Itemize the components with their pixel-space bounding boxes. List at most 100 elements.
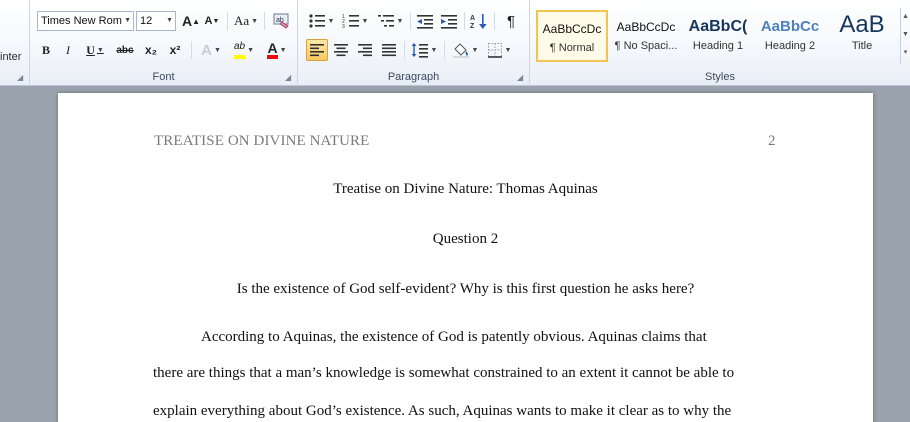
sort-icon: A Z <box>470 14 487 30</box>
question-heading: Question 2 <box>432 231 499 247</box>
superscript-icon: x² <box>169 43 181 57</box>
superscript-button[interactable]: x² <box>164 39 186 61</box>
style-name: Heading 1 <box>692 40 744 52</box>
separator <box>404 41 405 59</box>
line-spacing-icon <box>411 43 428 58</box>
font-group: Times New Rom ▼ 12 ▼ A ▲ A ▼ Aa ▼ ab B I U ▼ <box>30 0 298 86</box>
borders-button[interactable]: ▼ <box>484 39 514 61</box>
style-name: Heading 2 <box>764 40 816 52</box>
align-right-button[interactable] <box>354 39 376 61</box>
style-no-spacing[interactable]: AaBbCcDc ¶ No Spaci... <box>610 10 682 62</box>
align-center-button[interactable] <box>330 39 352 61</box>
highlight-button[interactable]: ab ▼ <box>228 39 260 61</box>
body-line: there are things that a man’s knowledge … <box>153 365 735 381</box>
change-case-icon: Aa <box>233 13 250 28</box>
decrease-indent-button[interactable] <box>414 10 436 32</box>
style-heading-1[interactable]: AaBbC( Heading 1 <box>682 10 754 62</box>
align-left-button[interactable] <box>306 39 328 61</box>
style-preview: AaBbC( <box>688 18 748 35</box>
separator <box>191 41 192 59</box>
page-number: 2 <box>768 133 776 149</box>
subscript-button[interactable]: x₂ <box>140 39 162 61</box>
font-group-label: Font <box>152 71 175 83</box>
styles-group: AaBbCcDc ¶ Normal AaBbCcDc ¶ No Spaci...… <box>530 0 910 86</box>
chevron-down-icon: ▼ <box>124 17 131 24</box>
increase-indent-button[interactable] <box>438 10 460 32</box>
sort-button[interactable]: A Z <box>468 10 490 32</box>
separator <box>444 41 445 59</box>
clear-formatting-button[interactable]: ab <box>270 10 292 32</box>
italic-button[interactable]: I <box>58 39 78 61</box>
body-line: explain everything about God’s existence… <box>153 403 732 419</box>
bold-button[interactable]: B <box>36 39 56 61</box>
text-effects-button[interactable]: A ▼ <box>196 39 226 61</box>
font-name-combo[interactable]: Times New Rom ▼ <box>37 11 134 31</box>
svg-text:Z: Z <box>470 23 475 30</box>
underline-button[interactable]: U ▼ <box>80 39 110 61</box>
style-name: Title <box>851 40 873 52</box>
align-left-icon <box>310 44 324 57</box>
question-prompt: Is the existence of God self-evident? Wh… <box>236 281 695 297</box>
document-page[interactable]: TREATISE ON DIVINE NATURE 2 Treatise on … <box>58 93 873 422</box>
decrease-indent-icon <box>417 15 433 29</box>
grow-font-button[interactable]: A ▲ <box>180 10 202 32</box>
subscript-icon: x₂ <box>144 43 157 57</box>
show-formatting-button[interactable]: ¶ <box>500 10 522 32</box>
style-title[interactable]: AaB Title <box>826 10 898 62</box>
shrink-font-button[interactable]: A ▼ <box>202 10 222 32</box>
paragraph-launcher-icon[interactable]: ◢ <box>517 74 525 82</box>
strikethrough-icon: abc <box>116 44 134 56</box>
borders-icon <box>487 43 502 58</box>
text-effects-icon: A <box>201 41 212 59</box>
styles-group-label: Styles <box>705 71 735 83</box>
style-name: ¶ No Spaci... <box>614 40 678 52</box>
numbering-button[interactable]: 1 2 3 ▼ <box>340 10 370 32</box>
increase-indent-icon <box>441 15 457 29</box>
separator <box>410 12 411 30</box>
font-size-value: 12 <box>140 15 153 27</box>
more-styles-icon[interactable]: ▾ <box>901 44 910 62</box>
style-name: ¶ Normal <box>549 42 595 54</box>
page-header-title: TREATISE ON DIVINE NATURE <box>154 133 370 149</box>
align-center-icon <box>334 44 348 57</box>
separator <box>494 12 495 30</box>
chevron-down-icon[interactable]: ▼ <box>901 26 910 44</box>
document-area: TREATISE ON DIVINE NATURE 2 Treatise on … <box>0 87 910 422</box>
separator <box>227 12 228 30</box>
italic-icon: I <box>66 42 70 57</box>
style-heading-2[interactable]: AaBbCc Heading 2 <box>754 10 826 62</box>
chevron-up-icon[interactable]: ▲ <box>901 8 910 26</box>
font-color-button[interactable]: A ▼ <box>262 39 292 61</box>
separator <box>464 12 465 30</box>
strikethrough-button[interactable]: abc <box>112 39 138 61</box>
document-title: Treatise on Divine Nature: Thomas Aquina… <box>333 181 598 197</box>
format-painter-label[interactable]: inter <box>0 51 21 63</box>
multilevel-list-icon <box>377 15 394 27</box>
styles-gallery-scroll[interactable]: ▲ ▼ ▾ <box>900 8 910 64</box>
separator <box>264 12 265 30</box>
clipboard-launcher-icon[interactable]: ◢ <box>17 74 25 82</box>
style-preview: AaB <box>839 11 885 38</box>
style-normal[interactable]: AaBbCcDc ¶ Normal <box>536 10 608 62</box>
bold-icon: B <box>41 42 50 57</box>
pilcrow-icon: ¶ <box>506 12 516 30</box>
chevron-down-icon: ▼ <box>166 17 173 24</box>
ribbon: inter ◢ Times New Rom ▼ 12 ▼ A ▲ A ▼ Aa ▼ a… <box>0 0 910 86</box>
body-line: According to Aquinas, the existence of G… <box>201 329 707 345</box>
shading-button[interactable]: ▼ <box>450 39 480 61</box>
line-spacing-button[interactable]: ▼ <box>408 39 440 61</box>
multilevel-list-button[interactable]: ▼ <box>374 10 406 32</box>
style-preview: AaBbCcDc <box>542 22 602 36</box>
font-launcher-icon[interactable]: ◢ <box>285 74 293 82</box>
clear-formatting-icon: ab <box>273 13 289 29</box>
paragraph-group-label: Paragraph <box>387 71 440 83</box>
font-name-value: Times New Rom <box>41 15 122 27</box>
paragraph-group: ▼ 1 2 3 ▼ ▼ A Z ¶ ▼ ▼ ▼ Paragraph ◢ <box>298 0 530 86</box>
bullets-icon <box>308 14 325 28</box>
style-preview: AaBbCcDc <box>616 20 676 34</box>
numbering-icon: 1 2 3 <box>342 14 359 29</box>
justify-button[interactable] <box>378 39 400 61</box>
bullets-button[interactable]: ▼ <box>306 10 336 32</box>
change-case-button[interactable]: Aa ▼ <box>232 10 260 32</box>
font-size-combo[interactable]: 12 ▼ <box>136 11 176 31</box>
